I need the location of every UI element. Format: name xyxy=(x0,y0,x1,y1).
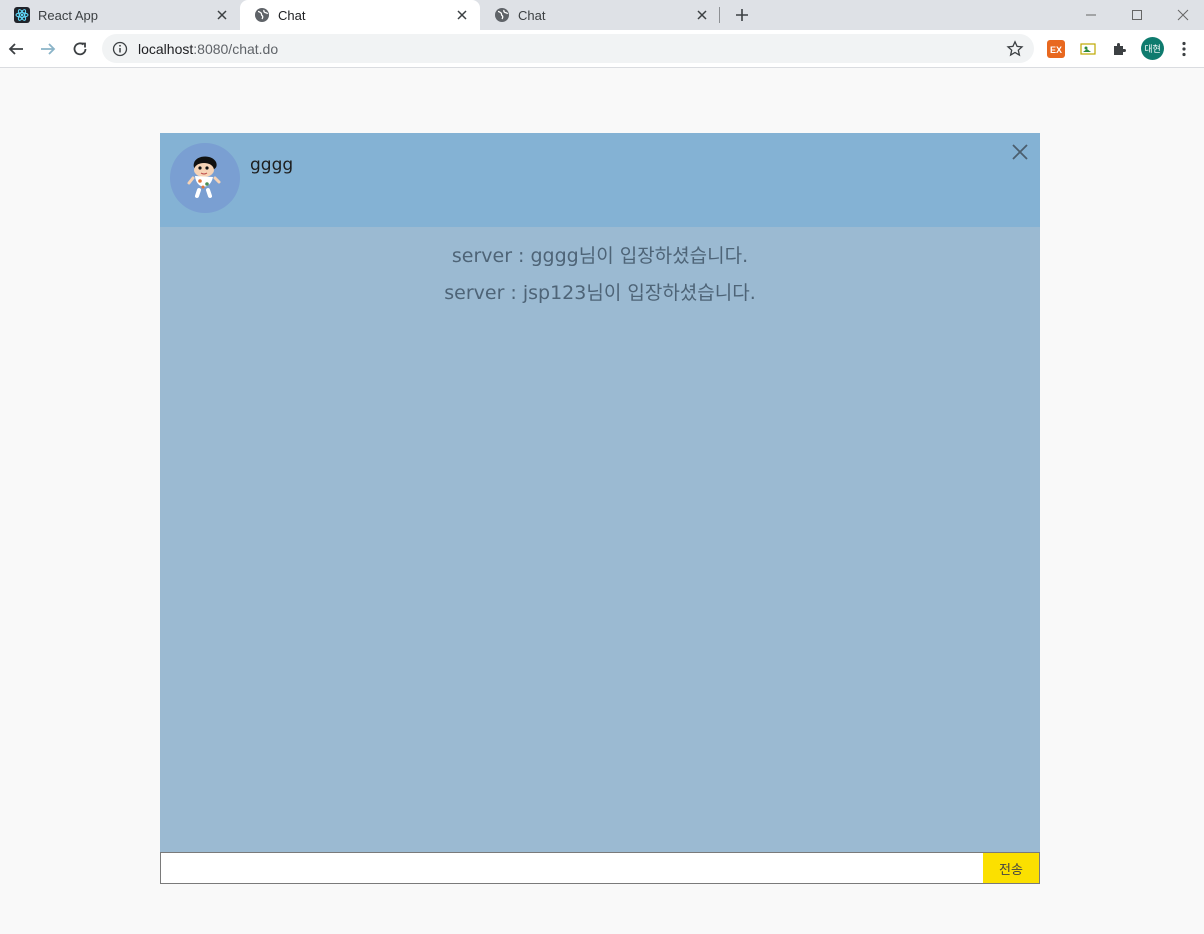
back-button[interactable] xyxy=(4,37,28,61)
tab-close-icon[interactable] xyxy=(694,7,710,23)
browser-toolbar: localhost:8080/chat.do EX 대현 xyxy=(0,30,1204,68)
message-list: server : gggg님이 입장하셨습니다. server : jsp123… xyxy=(160,227,1040,852)
minimize-button[interactable] xyxy=(1068,0,1114,30)
close-icon xyxy=(1177,9,1189,21)
system-message: server : jsp123님이 입장하셨습니다. xyxy=(444,282,756,304)
new-tab-button[interactable] xyxy=(730,3,754,27)
react-icon xyxy=(14,7,30,23)
profile-avatar[interactable]: 대현 xyxy=(1141,37,1164,60)
chat-window: gggg server : gggg님이 입장하셨습니다. server : j… xyxy=(160,133,1040,884)
chat-username: gggg xyxy=(250,155,294,175)
tab-title: React App xyxy=(38,7,98,23)
message-input[interactable] xyxy=(160,852,983,884)
system-message: server : gggg님이 입장하셨습니다. xyxy=(451,245,749,267)
url-path: :8080/chat.do xyxy=(193,40,279,57)
tab-close-icon[interactable] xyxy=(454,7,470,23)
chat-header: gggg xyxy=(160,133,1040,227)
tab-title: Chat xyxy=(278,7,306,23)
tab-title: Chat xyxy=(518,7,546,23)
tab-chat-active[interactable]: Chat xyxy=(240,0,480,30)
close-icon xyxy=(1012,144,1028,160)
tab-react-app[interactable]: React App xyxy=(0,0,240,30)
cartoon-avatar-icon xyxy=(187,156,221,198)
globe-icon xyxy=(494,7,510,23)
arrow-right-icon xyxy=(41,43,56,55)
extension-screen-icon[interactable] xyxy=(1078,39,1098,59)
svg-text:EX: EX xyxy=(1050,45,1062,55)
reload-button[interactable] xyxy=(68,37,92,61)
puzzle-icon[interactable] xyxy=(1110,39,1130,59)
address-bar[interactable]: localhost:8080/chat.do xyxy=(102,34,1034,63)
tab-close-icon[interactable] xyxy=(214,7,230,23)
tab-separator xyxy=(719,7,720,23)
minimize-icon xyxy=(1086,14,1096,16)
kebab-menu-icon[interactable] xyxy=(1174,39,1194,59)
send-button[interactable]: 전송 xyxy=(983,852,1040,884)
maximize-icon xyxy=(1132,10,1142,20)
plus-icon xyxy=(736,9,748,21)
bookmark-star-icon xyxy=(1006,40,1024,57)
close-window-button[interactable] xyxy=(1160,0,1204,30)
reload-icon xyxy=(73,42,87,56)
maximize-button[interactable] xyxy=(1114,0,1160,30)
url-host: localhost xyxy=(138,40,194,57)
tab-strip: React App Chat Chat xyxy=(0,0,1204,30)
globe-icon xyxy=(254,7,270,23)
forward-button[interactable] xyxy=(36,37,60,61)
arrow-left-icon xyxy=(8,43,23,55)
tab-chat[interactable]: Chat xyxy=(480,0,720,30)
extension-ex-icon[interactable]: EX xyxy=(1046,39,1066,59)
avatar xyxy=(170,143,240,213)
info-icon xyxy=(112,41,128,56)
message-input-row: 전송 xyxy=(160,852,1040,884)
close-chat-button[interactable] xyxy=(1010,142,1030,162)
